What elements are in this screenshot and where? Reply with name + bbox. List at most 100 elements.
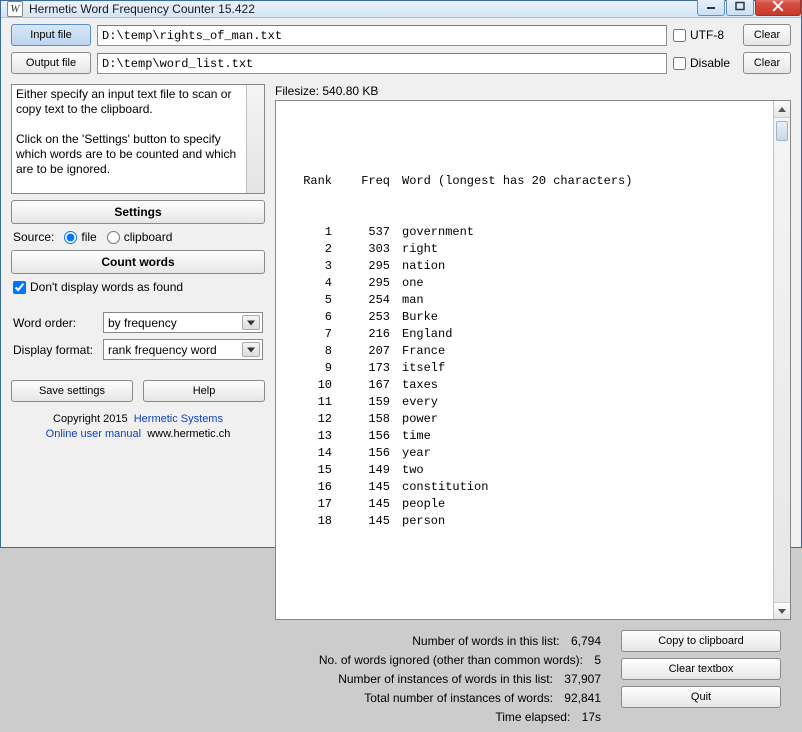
cell-rank: 12 — [278, 411, 334, 428]
maximize-button[interactable] — [726, 0, 754, 16]
cell-word: time — [394, 428, 431, 445]
table-row: 9173itself — [278, 360, 768, 377]
word-order-value: by frequency — [108, 316, 177, 330]
dont-display-row[interactable]: Don't display words as found — [11, 280, 265, 294]
table-row: 5254man — [278, 292, 768, 309]
input-file-button[interactable]: Input file — [11, 24, 91, 46]
cell-rank: 3 — [278, 258, 334, 275]
scroll-thumb[interactable] — [776, 121, 788, 141]
cell-rank: 18 — [278, 513, 334, 530]
cell-freq: 158 — [334, 411, 394, 428]
left-panel: Either specify an input text file to sca… — [11, 84, 265, 724]
col-header-freq: Freq — [334, 173, 394, 190]
scrollbar[interactable] — [773, 101, 790, 619]
cell-freq: 156 — [334, 428, 394, 445]
right-panel: Filesize: 540.80 KB Rank Freq Word (long… — [275, 84, 791, 724]
cell-word: constitution — [394, 479, 488, 496]
cell-word: year — [394, 445, 431, 462]
cell-rank: 13 — [278, 428, 334, 445]
cell-rank: 11 — [278, 394, 334, 411]
table-row: 7216England — [278, 326, 768, 343]
display-format-label: Display format: — [13, 343, 99, 357]
cell-rank: 7 — [278, 326, 334, 343]
close-button[interactable] — [755, 0, 801, 16]
company-link[interactable]: Hermetic Systems — [134, 413, 223, 425]
cell-freq: 156 — [334, 445, 394, 462]
titlebar[interactable]: W Hermetic Word Frequency Counter 15.422 — [1, 1, 801, 18]
save-settings-button[interactable]: Save settings — [11, 380, 133, 402]
radio-file-input[interactable] — [64, 231, 77, 244]
cell-freq: 207 — [334, 343, 394, 360]
settings-button[interactable]: Settings — [11, 200, 265, 224]
radio-clipboard-input[interactable] — [107, 231, 120, 244]
table-row: 6253Burke — [278, 309, 768, 326]
instructions-box[interactable]: Either specify an input text file to sca… — [11, 84, 265, 194]
display-format-value: rank frequency word — [108, 343, 217, 357]
table-row: 10167taxes — [278, 377, 768, 394]
table-row: 15149two — [278, 462, 768, 479]
table-row: 17145people — [278, 496, 768, 513]
word-order-select[interactable]: by frequency — [103, 312, 263, 333]
dont-display-label: Don't display words as found — [30, 280, 183, 294]
clear-input-button[interactable]: Clear — [743, 24, 791, 46]
stats-column: Number of words in this list: 6,794 No. … — [275, 634, 605, 724]
clear-textbox-button[interactable]: Clear textbox — [621, 658, 781, 680]
cell-freq: 159 — [334, 394, 394, 411]
cell-word: government — [394, 224, 474, 241]
copy-to-clipboard-button[interactable]: Copy to clipboard — [621, 630, 781, 652]
cell-rank: 8 — [278, 343, 334, 360]
cell-word: two — [394, 462, 424, 479]
disable-checkbox[interactable]: Disable — [673, 56, 737, 70]
disable-label: Disable — [690, 56, 730, 70]
disable-checkbox-input[interactable] — [673, 57, 686, 70]
cell-freq: 253 — [334, 309, 394, 326]
file-rows: Input file D:\temp\rights_of_man.txt UTF… — [11, 24, 791, 74]
help-button[interactable]: Help — [143, 380, 265, 402]
cell-word: itself — [394, 360, 445, 377]
stat4-value: 92,841 — [564, 691, 601, 705]
minimize-button[interactable] — [697, 0, 725, 16]
cell-rank: 9 — [278, 360, 334, 377]
cell-word: one — [394, 275, 424, 292]
cell-freq: 216 — [334, 326, 394, 343]
stat5-label: Time elapsed: — [495, 710, 570, 724]
dont-display-checkbox[interactable] — [13, 281, 26, 294]
output-file-path[interactable]: D:\temp\word_list.txt — [97, 53, 667, 74]
cell-freq: 295 — [334, 275, 394, 292]
cell-freq: 295 — [334, 258, 394, 275]
results-textbox[interactable]: Rank Freq Word (longest has 20 character… — [275, 100, 791, 620]
cell-word: right — [394, 241, 438, 258]
count-words-button[interactable]: Count words — [11, 250, 265, 274]
utf8-checkbox[interactable]: UTF-8 — [673, 28, 737, 42]
site-text: www.hermetic.ch — [147, 428, 230, 440]
action-column: Copy to clipboard Clear textbox Quit — [621, 630, 791, 724]
radio-file[interactable]: file — [64, 230, 96, 244]
cell-rank: 10 — [278, 377, 334, 394]
utf8-checkbox-input[interactable] — [673, 29, 686, 42]
table-row: 3295nation — [278, 258, 768, 275]
table-row: 2303right — [278, 241, 768, 258]
radio-clipboard[interactable]: clipboard — [107, 230, 173, 244]
cell-freq: 149 — [334, 462, 394, 479]
chevron-down-icon — [247, 320, 255, 325]
cell-freq: 145 — [334, 479, 394, 496]
manual-link[interactable]: Online user manual — [46, 428, 141, 440]
input-file-path[interactable]: D:\temp\rights_of_man.txt — [97, 25, 667, 46]
app-window: W Hermetic Word Frequency Counter 15.422… — [0, 0, 802, 548]
chevron-down-icon — [247, 347, 255, 352]
cell-word: every — [394, 394, 438, 411]
clear-output-button[interactable]: Clear — [743, 52, 791, 74]
stat5-value: 17s — [582, 710, 601, 724]
output-file-button[interactable]: Output file — [11, 52, 91, 74]
stat3-value: 37,907 — [564, 672, 601, 686]
scroll-down-button[interactable] — [774, 602, 790, 619]
scroll-up-button[interactable] — [774, 101, 790, 118]
table-row: 11159every — [278, 394, 768, 411]
table-row: 18145person — [278, 513, 768, 530]
table-row: 8207France — [278, 343, 768, 360]
display-format-select[interactable]: rank frequency word — [103, 339, 263, 360]
cell-rank: 2 — [278, 241, 334, 258]
table-row: 13156time — [278, 428, 768, 445]
window-title: Hermetic Word Frequency Counter 15.422 — [29, 2, 697, 16]
quit-button[interactable]: Quit — [621, 686, 781, 708]
